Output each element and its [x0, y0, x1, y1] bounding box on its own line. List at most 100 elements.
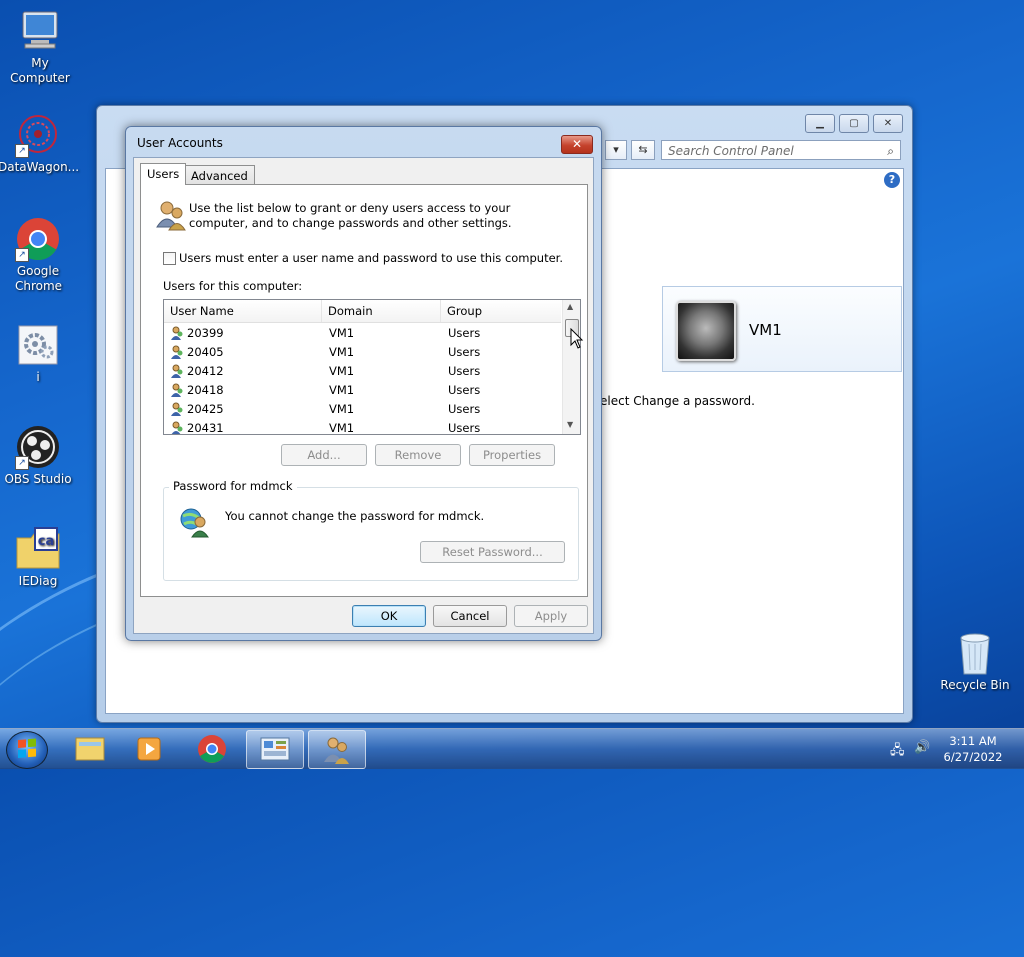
recycle-bin-icon: [952, 630, 998, 676]
cancel-button[interactable]: Cancel: [433, 605, 507, 627]
refresh-button[interactable]: ⇆: [631, 140, 655, 160]
scroll-up-arrow-icon[interactable]: ▲: [567, 302, 573, 311]
network-icon[interactable]: 🖧: [890, 741, 905, 763]
scroll-down-arrow-icon[interactable]: ▼: [567, 420, 573, 429]
control-panel-icon: [260, 737, 290, 761]
group-cell: Users: [448, 326, 481, 340]
user-globe-icon: [178, 506, 210, 538]
clock[interactable]: 3:11 AM 6/27/2022: [940, 733, 1006, 765]
taskbar-control-panel-button[interactable]: [246, 730, 304, 769]
desktop-icon-label: Recycle Bin: [940, 678, 1010, 692]
password-group: Password for mdmck You cannot change the…: [163, 479, 579, 581]
properties-button[interactable]: Properties: [469, 444, 555, 466]
desktop-icon-datawagon[interactable]: ↗ DataWagon...: [0, 112, 80, 175]
group-cell: Users: [448, 402, 481, 416]
close-button[interactable]: ✕: [873, 114, 903, 133]
user-accounts-dialog[interactable]: User Accounts ✕ Users Advanced Use the l…: [125, 126, 602, 641]
media-player-icon: [137, 737, 161, 761]
folder-icon: ca: [15, 526, 61, 572]
desktop-icon-obs-studio[interactable]: ↗ OBS Studio: [0, 424, 78, 487]
remove-user-button[interactable]: Remove: [375, 444, 461, 466]
domain-cell: VM1: [329, 421, 355, 435]
table-row[interactable]: 20418 VM1 Users: [164, 381, 561, 400]
users-icon: [324, 737, 349, 764]
user-account-card[interactable]: VM1: [662, 286, 902, 372]
search-placeholder: Search Control Panel: [668, 144, 794, 158]
shortcut-arrow-icon: ↗: [15, 456, 29, 470]
minimize-button[interactable]: ▁: [805, 114, 835, 133]
require-password-checkbox[interactable]: [163, 252, 176, 265]
group-cell: Users: [448, 421, 481, 435]
apply-button[interactable]: Apply: [514, 605, 588, 627]
tab-users[interactable]: Users: [140, 163, 187, 185]
user-icon: [171, 421, 183, 434]
user-icon: [171, 364, 183, 378]
table-row[interactable]: 20412 VM1 Users: [164, 362, 561, 381]
user-name-cell: 20399: [187, 326, 224, 340]
desktop-icon-google-chrome[interactable]: ↗ Google Chrome: [0, 216, 78, 294]
users-tab-panel: Use the list below to grant or deny user…: [140, 184, 588, 597]
taskbar-media-player-button[interactable]: [122, 730, 178, 767]
require-password-label: Users must enter a user name and passwor…: [179, 251, 564, 265]
users-list[interactable]: User Name Domain Group 20399 VM1 Users 2040…: [163, 299, 581, 435]
desktop-icon-iediag[interactable]: ca IEDiag: [0, 526, 78, 589]
dialog-close-button[interactable]: ✕: [561, 135, 593, 154]
reset-password-button[interactable]: Reset Password...: [420, 541, 565, 563]
add-user-button[interactable]: Add...: [281, 444, 367, 466]
svg-text:ca: ca: [38, 534, 54, 549]
desktop-icon-label: IEDiag: [18, 574, 58, 588]
group-cell: Users: [448, 364, 481, 378]
desktop-icon-my-computer[interactable]: My Computer: [0, 8, 80, 86]
users-icon: [155, 199, 187, 231]
column-group[interactable]: Group: [441, 300, 561, 322]
user-icon: [171, 383, 183, 397]
table-row[interactable]: 20405 VM1 Users: [164, 343, 561, 362]
clock-date: 6/27/2022: [943, 750, 1003, 764]
user-icon: [171, 326, 183, 340]
taskbar-chrome-button[interactable]: [184, 730, 240, 767]
taskbar: 🖧 🔊 3:11 AM 6/27/2022: [0, 728, 1024, 769]
dialog-body: Users Advanced Use the list below to gra…: [133, 157, 594, 634]
ok-button[interactable]: OK: [352, 605, 426, 627]
domain-cell: VM1: [329, 326, 355, 340]
taskbar-explorer-button[interactable]: [62, 730, 118, 767]
maximize-button[interactable]: ▢: [839, 114, 869, 133]
search-input[interactable]: Search Control Panel ⌕: [661, 140, 901, 160]
start-button[interactable]: [6, 731, 48, 769]
password-group-title: Password for mdmck: [169, 479, 297, 493]
column-domain[interactable]: Domain: [322, 300, 441, 322]
domain-cell: VM1: [329, 402, 355, 416]
user-name-cell: 20425: [187, 402, 224, 416]
desktop-icon-label: OBS Studio: [4, 472, 72, 486]
table-row[interactable]: 20425 VM1 Users: [164, 400, 561, 419]
domain-cell: VM1: [329, 364, 355, 378]
password-message: You cannot change the password for mdmck…: [225, 509, 485, 523]
address-dropdown-button[interactable]: ▾: [605, 140, 627, 160]
intro-text: Use the list below to grant or deny user…: [189, 201, 512, 230]
dialog-title: User Accounts: [137, 136, 223, 150]
desktop-icon-i[interactable]: i: [0, 322, 78, 385]
computer-icon: [17, 8, 63, 54]
user-name-cell: 20418: [187, 383, 224, 397]
table-row[interactable]: 20399 VM1 Users: [164, 324, 561, 343]
domain-cell: VM1: [329, 383, 355, 397]
desktop-icon-label: DataWagon...: [0, 160, 80, 174]
shortcut-arrow-icon: ↗: [15, 144, 29, 158]
domain-cell: VM1: [329, 345, 355, 359]
desktop-icon-recycle-bin[interactable]: Recycle Bin: [935, 630, 1015, 693]
obs-icon: ↗: [15, 424, 61, 470]
datawagon-icon: ↗: [15, 112, 61, 158]
table-row[interactable]: 20431 VM1 Users: [164, 419, 561, 435]
help-icon[interactable]: ?: [884, 172, 900, 188]
users-list-scrollbar[interactable]: ▲ ▼: [562, 300, 580, 434]
user-name-cell: 20405: [187, 345, 224, 359]
taskbar-user-accounts-button[interactable]: [308, 730, 366, 769]
group-cell: Users: [448, 383, 481, 397]
turntable-user-picture: [676, 301, 736, 361]
column-user-name[interactable]: User Name: [164, 300, 322, 322]
mouse-cursor-icon: [570, 327, 584, 353]
desktop-icon-label: i: [36, 370, 40, 384]
volume-icon[interactable]: 🔊: [914, 740, 930, 755]
desktop-icon-label: My Computer: [10, 56, 70, 85]
tab-advanced[interactable]: Advanced: [184, 165, 255, 185]
